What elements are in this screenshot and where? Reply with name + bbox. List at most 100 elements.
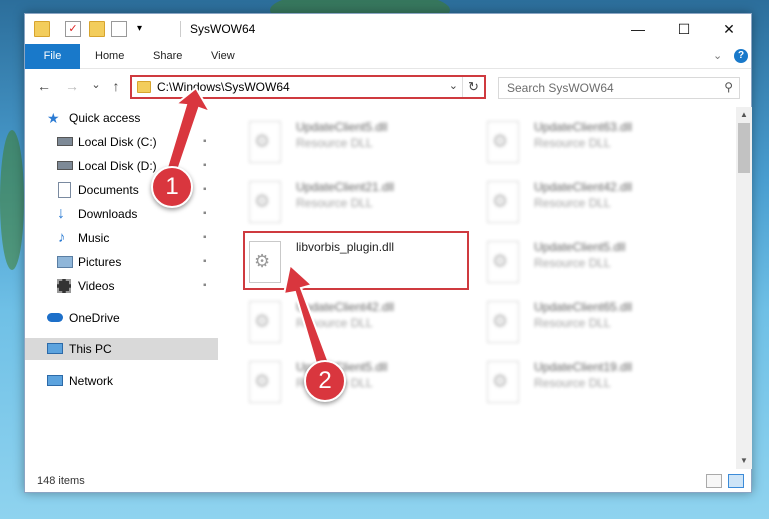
background-foliage: [0, 130, 24, 270]
file-item[interactable]: ⚙ UpdateClient5.dll Resource DLL: [487, 237, 712, 292]
sidebar-item-local-disk-d[interactable]: Local Disk (D:) ▪: [25, 155, 218, 177]
large-icons-view-button[interactable]: [728, 474, 744, 488]
up-button[interactable]: ↑: [107, 78, 125, 94]
sidebar-item-label: Local Disk (C:): [78, 135, 157, 149]
search-icon[interactable]: ⚲: [724, 80, 733, 94]
window-title: SysWOW64: [190, 22, 256, 36]
ribbon-expand-icon[interactable]: ⌄: [713, 49, 722, 62]
file-type: Resource DLL: [534, 136, 611, 150]
star-icon: ★: [47, 110, 60, 126]
navigation-bar: ← → ⌄ ↑ C:\Windows\SysWOW64 ⌄ ↻ Search S…: [25, 72, 751, 102]
navigation-pane: ★ Quick access Local Disk (C:) ▪ Local D…: [25, 107, 220, 467]
title-bar: ✓ ▾ SysWOW64 — ☐ ✕: [25, 14, 751, 44]
properties-icon[interactable]: ✓: [65, 21, 81, 37]
pin-icon: ▪: [203, 208, 207, 219]
sidebar-item-music[interactable]: ♪ Music ▪: [25, 227, 218, 249]
sidebar-item-downloads[interactable]: ↓ Downloads ▪: [25, 203, 218, 225]
sidebar-item-label: Pictures: [78, 255, 122, 269]
sidebar-item-local-disk-c[interactable]: Local Disk (C:) ▪: [25, 131, 218, 153]
file-item[interactable]: ⚙ UpdateClient65.dll Resource DLL: [487, 297, 712, 352]
file-name: UpdateClient65.dll: [534, 300, 633, 314]
folder-icon: [34, 21, 50, 37]
minimize-button[interactable]: —: [615, 14, 661, 44]
file-type: Resource DLL: [296, 136, 373, 150]
tab-share[interactable]: Share: [153, 44, 182, 69]
help-icon[interactable]: ?: [734, 49, 748, 63]
new-folder-icon[interactable]: [89, 21, 105, 37]
search-placeholder: Search SysWOW64: [507, 81, 614, 95]
sidebar-item-videos[interactable]: Videos ▪: [25, 275, 218, 297]
sidebar-item-label: Network: [69, 374, 114, 388]
music-icon: ♪: [58, 229, 66, 246]
details-view-button[interactable]: [706, 474, 722, 488]
scroll-up-icon[interactable]: ▲: [736, 107, 752, 123]
vertical-scrollbar[interactable]: ▲ ▼: [736, 107, 752, 469]
file-type: Resource DLL: [296, 316, 373, 330]
back-button[interactable]: ←: [35, 78, 53, 94]
sidebar-item-label: Quick access: [69, 111, 141, 125]
sidebar-item-network[interactable]: Network: [25, 370, 218, 392]
items-count: 148 items: [37, 475, 85, 487]
sidebar-item-label: OneDrive: [69, 311, 120, 325]
file-name: UpdateClient5.dll: [296, 120, 388, 134]
folder-icon: [137, 81, 151, 93]
sidebar-item-onedrive[interactable]: OneDrive: [25, 307, 218, 329]
tab-home[interactable]: Home: [95, 44, 124, 69]
dll-file-icon: ⚙: [249, 181, 281, 223]
recent-locations-button[interactable]: ⌄: [87, 78, 105, 91]
pin-icon: ▪: [203, 256, 207, 267]
scroll-down-icon[interactable]: ▼: [736, 453, 752, 469]
dll-file-icon: ⚙: [487, 301, 519, 343]
file-type: Resource DLL: [534, 196, 611, 210]
cloud-icon: [47, 313, 63, 322]
status-bar: 148 items: [25, 471, 751, 493]
refresh-button[interactable]: ↻: [462, 77, 484, 97]
documents-icon: [58, 182, 71, 198]
file-name: UpdateClient42.dll: [534, 180, 633, 194]
chevron-down-icon[interactable]: ▾: [137, 21, 153, 37]
tab-view[interactable]: View: [211, 44, 235, 69]
downloads-icon: ↓: [57, 205, 65, 222]
sidebar-item-label: This PC: [69, 342, 112, 356]
dll-file-icon: ⚙: [249, 361, 281, 403]
pin-icon: ▪: [203, 280, 207, 291]
sidebar-item-label: Music: [78, 231, 110, 245]
sidebar-item-label: Downloads: [78, 207, 138, 221]
file-item[interactable]: ⚙ UpdateClient63.dll Resource DLL: [487, 117, 712, 172]
scrollbar-thumb[interactable]: [738, 123, 750, 173]
tab-file[interactable]: File: [25, 44, 80, 69]
dll-file-icon: ⚙: [487, 241, 519, 283]
file-item[interactable]: ⚙ UpdateClient42.dll Resource DLL: [249, 297, 474, 352]
sidebar-item-quick-access[interactable]: ★ Quick access: [25, 107, 218, 129]
file-item[interactable]: ⚙ UpdateClient19.dll Resource DLL: [487, 357, 712, 412]
close-button[interactable]: ✕: [706, 14, 752, 44]
customize-toolbar-icon[interactable]: [111, 21, 127, 37]
file-item[interactable]: ⚙ UpdateClient5.dll Resource DLL: [249, 357, 474, 412]
maximize-button[interactable]: ☐: [661, 14, 707, 44]
ribbon-tabs: File Home Share View ⌄ ?: [25, 44, 751, 69]
dll-file-icon: ⚙: [487, 181, 519, 223]
sidebar-item-label: Local Disk (D:): [78, 159, 157, 173]
drive-icon: [57, 137, 73, 146]
address-dropdown-icon[interactable]: ⌄: [449, 79, 458, 92]
file-item[interactable]: ⚙ UpdateClient21.dll Resource DLL: [249, 177, 474, 232]
sidebar-item-this-pc[interactable]: This PC: [25, 338, 218, 360]
file-item[interactable]: ⚙ UpdateClient42.dll Resource DLL: [487, 177, 712, 232]
dll-file-icon: ⚙: [487, 361, 519, 403]
search-input[interactable]: Search SysWOW64 ⚲: [498, 77, 740, 99]
file-name: UpdateClient21.dll: [296, 180, 395, 194]
step-badge-1: 1: [151, 166, 193, 208]
forward-button[interactable]: →: [63, 78, 81, 94]
videos-icon: [57, 279, 71, 293]
file-type: Resource DLL: [534, 316, 611, 330]
dll-file-icon: ⚙: [249, 301, 281, 343]
file-name: UpdateClient5.dll: [534, 240, 626, 254]
step-badge-2: 2: [304, 360, 346, 402]
network-icon: [47, 375, 63, 386]
pictures-icon: [57, 256, 73, 268]
address-bar[interactable]: C:\Windows\SysWOW64 ⌄ ↻: [130, 75, 486, 99]
file-item[interactable]: ⚙ UpdateClient5.dll Resource DLL: [249, 117, 474, 172]
computer-icon: [47, 343, 63, 354]
address-path[interactable]: C:\Windows\SysWOW64: [157, 80, 290, 94]
sidebar-item-pictures[interactable]: Pictures ▪: [25, 251, 218, 273]
